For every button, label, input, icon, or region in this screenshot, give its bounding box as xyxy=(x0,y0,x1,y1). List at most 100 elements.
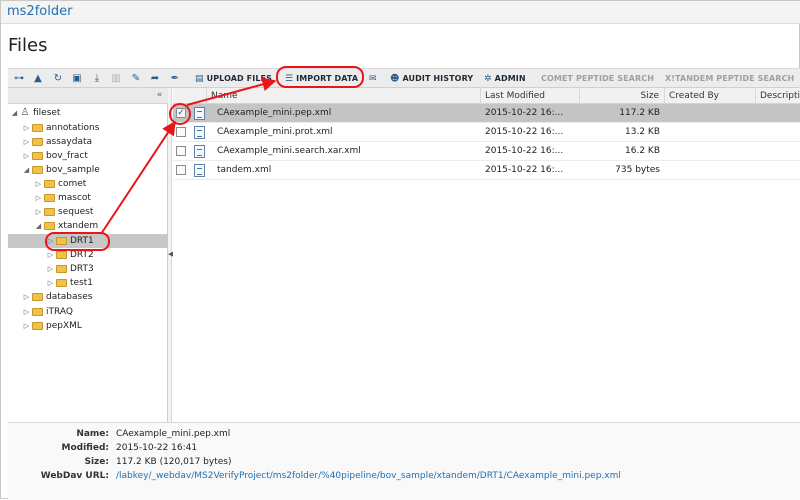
expanded-toggle-icon[interactable]: ◢ xyxy=(10,106,19,120)
folder-title[interactable]: ms2folder xyxy=(7,4,72,19)
tree-node-databases[interactable]: ▷ databases xyxy=(22,290,93,304)
import-data-button[interactable]: ☰ IMPORT DATA xyxy=(285,72,358,86)
row-checkbox[interactable] xyxy=(176,127,186,137)
tree-node-xtandem[interactable]: ◢ xtandem xyxy=(34,219,98,233)
folder-icon xyxy=(32,293,43,301)
fileset-icon: ♙ xyxy=(20,107,30,118)
collapsed-toggle-icon[interactable]: ▷ xyxy=(46,262,55,276)
users-icon: ☻ xyxy=(390,74,400,84)
row-checkbox[interactable]: ✓ xyxy=(176,108,186,118)
col-header-select[interactable] xyxy=(173,88,207,104)
xml-file-icon xyxy=(194,145,205,158)
tree-node-test1[interactable]: ▷ test1 xyxy=(46,276,93,290)
envelope-icon: ✉ xyxy=(369,74,377,84)
pane-splitter[interactable]: ◀ xyxy=(168,88,173,422)
tree-node-bov-fract[interactable]: ▷ bov_fract xyxy=(22,149,88,163)
collapsed-toggle-icon[interactable]: ▷ xyxy=(34,191,43,205)
detail-size-value: 117.2 KB (120,017 bytes) xyxy=(116,457,232,467)
file-modified: 2015-10-22 16:... xyxy=(485,165,564,175)
detail-size-label: Size: xyxy=(84,457,109,467)
gear-icon: ✲ xyxy=(484,74,492,84)
folder-icon xyxy=(32,166,43,174)
window-frame: ms2folder Files ⊶ ▲ ↻ ▣ ⤓ ▥ ✎ ➦ ✒ ▤ UPLOA… xyxy=(0,0,800,500)
tree-node-fileset[interactable]: ◢ ♙ fileset xyxy=(10,106,61,120)
collapsed-toggle-icon[interactable]: ▷ xyxy=(22,135,31,149)
tree-node-assaydata[interactable]: ▷ assaydata xyxy=(22,135,92,149)
audit-history-button[interactable]: ☻ AUDIT HISTORY xyxy=(390,72,473,86)
tree-node-bov-sample[interactable]: ◢ bov_sample xyxy=(22,163,100,177)
table-row[interactable]: CAexample_mini.search.xar.xml 2015-10-22… xyxy=(173,142,800,161)
collapsed-toggle-icon[interactable]: ▷ xyxy=(34,205,43,219)
tree-node-drt2[interactable]: ▷ DRT2 xyxy=(46,248,94,262)
xml-file-icon xyxy=(194,107,205,120)
folder-icon xyxy=(44,222,55,230)
collapsed-toggle-icon[interactable]: ▷ xyxy=(34,177,43,191)
col-header-created-by[interactable]: Created By xyxy=(665,88,756,104)
col-header-description[interactable]: Descripti xyxy=(756,88,800,104)
col-header-size[interactable]: Size xyxy=(580,88,665,104)
folder-header: ms2folder xyxy=(1,1,800,24)
folder-icon xyxy=(56,237,67,245)
col-header-last-modified[interactable]: Last Modified xyxy=(481,88,580,104)
tree-node-comet[interactable]: ▷ comet xyxy=(34,177,87,191)
folder-icon xyxy=(32,322,43,330)
comet-peptide-search-button[interactable]: COMET PEPTIDE SEARCH xyxy=(541,72,654,86)
file-name[interactable]: CAexample_mini.search.xar.xml xyxy=(217,142,477,161)
wrench-icon[interactable]: ✒ xyxy=(168,72,182,86)
up-arrow-icon[interactable]: ▲ xyxy=(31,72,45,86)
expanded-toggle-icon[interactable]: ◢ xyxy=(34,219,43,233)
detail-modified-value: 2015-10-22 16:41 xyxy=(116,443,198,453)
detail-webdav-label: WebDav URL: xyxy=(40,471,109,481)
file-size: 735 bytes xyxy=(615,165,660,175)
upload-files-button[interactable]: ▤ UPLOAD FILES xyxy=(195,72,272,86)
file-name[interactable]: CAexample_mini.pep.xml xyxy=(217,104,477,123)
xtandem-peptide-search-button[interactable]: X!TANDEM PEPTIDE SEARCH xyxy=(665,72,794,86)
file-size: 117.2 KB xyxy=(619,108,660,118)
edit-icon[interactable]: ✎ xyxy=(129,72,143,86)
collapsed-toggle-icon[interactable]: ▷ xyxy=(22,121,31,135)
row-checkbox[interactable] xyxy=(176,165,186,175)
file-toolbar: ⊶ ▲ ↻ ▣ ⤓ ▥ ✎ ➦ ✒ ▤ UPLOAD FILES ☰ IMPORT … xyxy=(8,68,800,88)
upload-icon: ▤ xyxy=(195,74,204,84)
sitemap-icon[interactable]: ⊶ xyxy=(12,72,26,86)
tree-node-pepxml[interactable]: ▷ pepXML xyxy=(22,319,82,333)
xml-file-icon xyxy=(194,164,205,177)
expanded-toggle-icon[interactable]: ◢ xyxy=(22,163,31,177)
delete-icon[interactable]: ▥ xyxy=(109,72,123,86)
collapse-tree-button[interactable]: « xyxy=(154,91,165,101)
email-button[interactable]: ✉ xyxy=(369,72,380,86)
collapsed-toggle-icon[interactable]: ▷ xyxy=(46,248,55,262)
table-row[interactable]: ✓ CAexample_mini.pep.xml 2015-10-22 16:.… xyxy=(173,104,800,123)
file-name[interactable]: CAexample_mini.prot.xml xyxy=(217,123,477,142)
xml-file-icon xyxy=(194,126,205,139)
move-icon[interactable]: ➦ xyxy=(148,72,162,86)
collapsed-toggle-icon[interactable]: ▷ xyxy=(22,305,31,319)
new-folder-icon[interactable]: ▣ xyxy=(70,72,84,86)
file-name[interactable]: tandem.xml xyxy=(217,161,477,180)
folder-icon xyxy=(56,265,67,273)
tree-node-itraq[interactable]: ▷ iTRAQ xyxy=(22,305,73,319)
tree-node-mascot[interactable]: ▷ mascot xyxy=(34,191,91,205)
table-row[interactable]: CAexample_mini.prot.xml 2015-10-22 16:..… xyxy=(173,123,800,142)
collapsed-toggle-icon[interactable]: ▷ xyxy=(22,290,31,304)
tree-node-sequest[interactable]: ▷ sequest xyxy=(34,205,94,219)
grid-header: Name Last Modified Size Created By Descr… xyxy=(173,88,800,104)
table-row[interactable]: tandem.xml 2015-10-22 16:... 735 bytes xyxy=(173,161,800,180)
collapsed-toggle-icon[interactable]: ▷ xyxy=(22,319,31,333)
collapsed-toggle-icon[interactable]: ▷ xyxy=(22,149,31,163)
refresh-icon[interactable]: ↻ xyxy=(51,72,65,86)
file-details-panel: Name: CAexample_mini.pep.xml Modified: 2… xyxy=(8,422,800,500)
tree-node-annotations[interactable]: ▷ annotations xyxy=(22,121,100,135)
folder-tree: « ◢ ♙ fileset ▷ annotations ▷ assaydata ▷ bov… xyxy=(8,88,168,422)
col-header-name[interactable]: Name xyxy=(207,88,481,104)
tree-node-drt3[interactable]: ▷ DRT3 xyxy=(46,262,94,276)
admin-button[interactable]: ✲ ADMIN xyxy=(484,72,526,86)
collapsed-toggle-icon[interactable]: ▷ xyxy=(46,276,55,290)
page-title: Files xyxy=(8,35,48,56)
detail-webdav-link[interactable]: /labkey/_webdav/MS2VerifyProject/ms2fold… xyxy=(116,470,621,483)
folder-icon xyxy=(56,251,67,259)
download-icon[interactable]: ⤓ xyxy=(90,72,104,86)
row-checkbox[interactable] xyxy=(176,146,186,156)
collapsed-toggle-icon[interactable]: ▷ xyxy=(46,234,55,248)
tree-node-drt1[interactable]: ▷ DRT1 xyxy=(8,234,168,248)
